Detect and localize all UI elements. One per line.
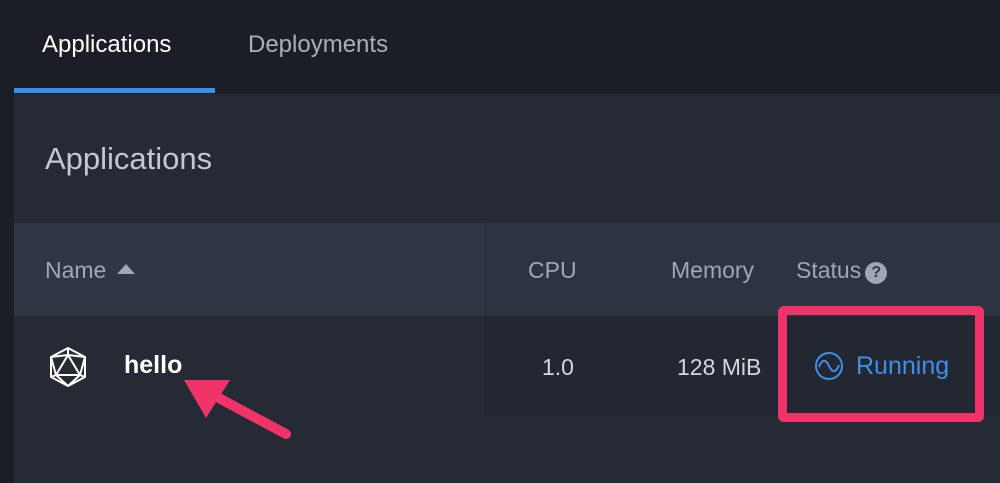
status-badge: Running xyxy=(814,350,949,382)
memory-value: 128 MiB xyxy=(677,354,762,380)
column-header-name-label: Name xyxy=(45,257,107,283)
app-window: Applications Deployments Applications Na… xyxy=(0,0,1000,483)
help-icon[interactable]: ? xyxy=(865,262,888,284)
column-header-status-label: Status xyxy=(796,257,862,283)
tab-applications[interactable]: Applications xyxy=(42,30,171,60)
active-tab-indicator xyxy=(14,88,215,93)
page-title: Applications xyxy=(45,141,213,176)
status-label: Running xyxy=(856,352,950,380)
column-header-status[interactable]: Status? xyxy=(796,255,888,285)
table-header: Name CPU Memory Status? xyxy=(14,223,1000,316)
column-header-cpu[interactable]: CPU xyxy=(528,255,577,285)
cpu-value: 1.0 xyxy=(542,354,574,380)
pointer-arrow-annotation xyxy=(184,380,291,439)
column-header-memory[interactable]: Memory xyxy=(671,255,754,285)
tab-deployments[interactable]: Deployments xyxy=(248,30,388,60)
table-row[interactable]: hello 1.0 128 MiB Running xyxy=(14,306,1000,422)
column-header-name[interactable]: Name xyxy=(45,255,136,285)
top-tab-bar: Applications Deployments xyxy=(0,0,1000,94)
geodesic-icosahedron-icon xyxy=(50,347,86,387)
sort-ascending-icon[interactable] xyxy=(117,264,136,274)
applications-panel: Applications Name CPU Memory Status? hel… xyxy=(14,94,1000,483)
wave-circle-icon xyxy=(815,352,843,380)
